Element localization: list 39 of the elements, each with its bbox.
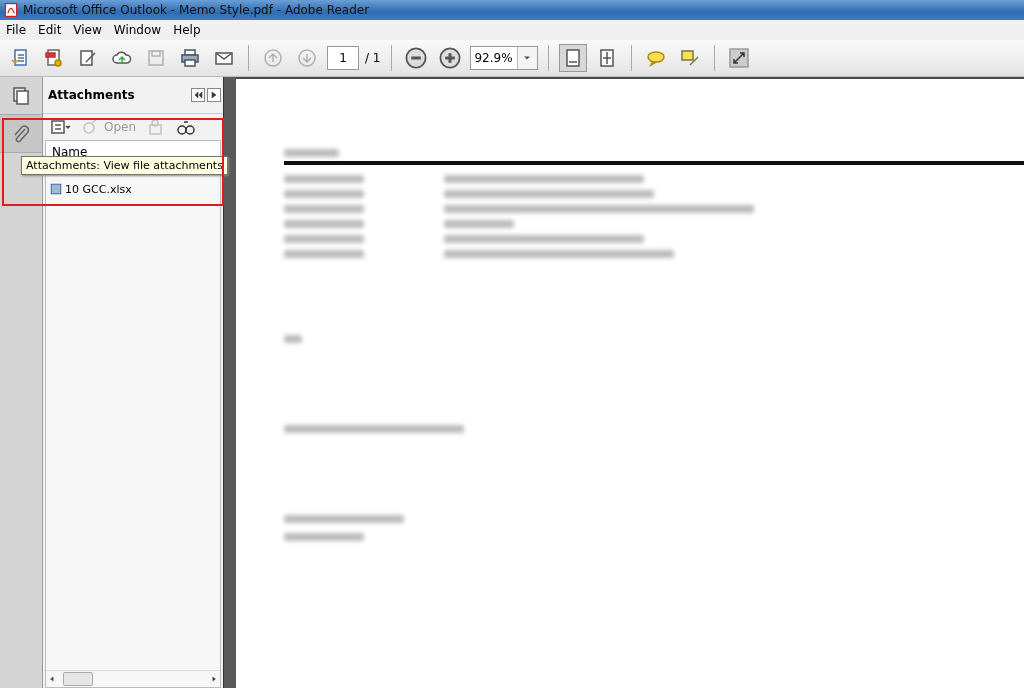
menu-item[interactable]: Edit [38,23,62,37]
paperclip-icon [11,123,31,144]
pdf-document-icon [3,2,19,18]
view-button[interactable] [558,44,587,72]
zoom-field[interactable]: 92.9% [469,46,538,70]
scrollbar-thumb[interactable] [63,672,93,686]
pages-icon [11,85,31,106]
horizontal-scrollbar[interactable] [46,670,220,687]
collapse-button[interactable] [191,88,205,102]
options-button[interactable] [207,88,221,102]
tooltip: Attachments: View file attachments [21,156,228,175]
list-options-icon [49,117,71,137]
save-icon [146,48,166,68]
document-icon [44,48,64,68]
printer-icon [180,48,200,68]
menu-item[interactable]: Help [173,23,201,37]
right-arrow-icon [211,675,217,683]
minus-icon [403,46,428,70]
menu-item[interactable]: File [6,23,27,37]
spreadsheet-icon [50,183,62,195]
plus-icon [437,46,462,70]
pen-icon [78,48,98,68]
panel-title: Attachments [48,88,136,102]
page-number-field[interactable]: 1 [327,46,359,70]
zoom-dropdown-button[interactable] [516,47,537,69]
double-left-arrow-icon [193,90,203,100]
right-arrow-icon [209,90,219,100]
page-total: / 1 [365,51,381,65]
speech-bubble-icon [645,48,666,68]
caret-icon [523,54,531,62]
document-icon [10,48,30,68]
expand-icon [728,48,749,68]
highlighter-icon [679,48,700,68]
left-arrow-icon [49,675,55,683]
menu-item[interactable]: View [73,23,102,37]
attachments-button[interactable] [0,115,42,153]
attachment-item[interactable]: 10 GCC.xlsx [46,180,220,198]
menu-item[interactable]: Window [113,23,162,37]
window-title: Microsoft Office Outlook - Memo Style.pdf - Adobe Reader [23,3,370,17]
